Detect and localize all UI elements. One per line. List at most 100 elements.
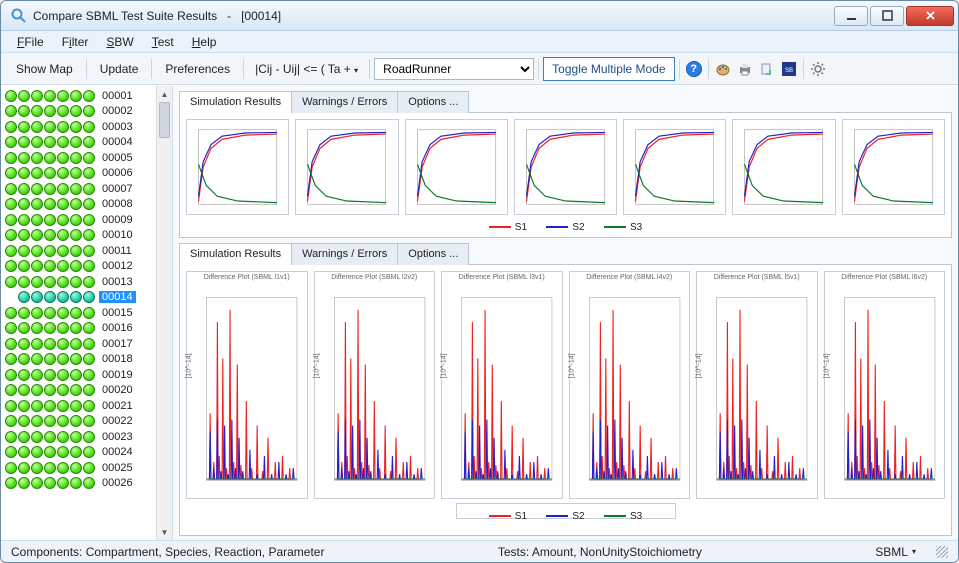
status-dot bbox=[57, 276, 69, 288]
sim-result-thumb[interactable] bbox=[842, 119, 945, 215]
tab-warnings-upper[interactable]: Warnings / Errors bbox=[291, 91, 398, 113]
scroll-down-icon[interactable]: ▼ bbox=[157, 524, 172, 540]
sidebar-scrollbar[interactable]: ▲ ▼ bbox=[156, 86, 172, 540]
difference-plot[interactable]: Difference Plot (SBML l3v1)[10^-14] bbox=[441, 271, 563, 499]
test-row-00020[interactable]: 00020 bbox=[5, 383, 156, 399]
simulator-select[interactable]: RoadRunner bbox=[374, 58, 534, 80]
menu-sbw[interactable]: SBW bbox=[100, 33, 139, 51]
status-dot bbox=[57, 198, 69, 210]
test-row-00010[interactable]: 00010 bbox=[5, 228, 156, 244]
status-dot bbox=[57, 446, 69, 458]
test-row-00014[interactable]: 00014 bbox=[5, 290, 156, 306]
sim-result-thumb[interactable] bbox=[295, 119, 398, 215]
test-row-00013[interactable]: 00013 bbox=[5, 274, 156, 290]
toolbar: Show Map Update Preferences |Cij - Uij| … bbox=[1, 53, 958, 85]
status-dot bbox=[31, 291, 43, 303]
tab-sim-results-lower[interactable]: Simulation Results bbox=[179, 243, 292, 265]
help-icon[interactable]: ? bbox=[684, 59, 704, 79]
tab-options-lower[interactable]: Options ... bbox=[397, 243, 469, 265]
sim-result-thumb[interactable] bbox=[623, 119, 726, 215]
status-dot bbox=[70, 167, 82, 179]
status-components: Components: Compartment, Species, Reacti… bbox=[11, 545, 324, 559]
test-row-00003[interactable]: 00003 bbox=[5, 119, 156, 135]
maximize-button[interactable] bbox=[870, 6, 904, 26]
test-row-00012[interactable]: 00012 bbox=[5, 259, 156, 275]
test-row-00015[interactable]: 00015 bbox=[5, 305, 156, 321]
difference-plot[interactable]: Difference Plot (SBML l5v1)[10^-14] bbox=[696, 271, 818, 499]
status-dot bbox=[31, 136, 43, 148]
status-dot bbox=[57, 384, 69, 396]
test-row-00004[interactable]: 00004 bbox=[5, 135, 156, 151]
update-button[interactable]: Update bbox=[91, 58, 148, 80]
status-dot bbox=[18, 369, 30, 381]
close-button[interactable] bbox=[906, 6, 954, 26]
test-row-00006[interactable]: 00006 bbox=[5, 166, 156, 182]
test-row-00017[interactable]: 00017 bbox=[5, 336, 156, 352]
gear-icon[interactable] bbox=[808, 59, 828, 79]
test-row-00025[interactable]: 00025 bbox=[5, 460, 156, 476]
test-row-label: 00023 bbox=[99, 431, 136, 443]
status-dot bbox=[70, 276, 82, 288]
resize-grip-icon[interactable] bbox=[936, 546, 948, 558]
status-dot bbox=[44, 353, 56, 365]
scroll-up-icon[interactable]: ▲ bbox=[157, 86, 172, 102]
status-dot bbox=[44, 245, 56, 257]
test-row-00011[interactable]: 00011 bbox=[5, 243, 156, 259]
menu-help[interactable]: Help bbox=[186, 33, 223, 51]
menu-test[interactable]: Test bbox=[146, 33, 180, 51]
status-dot bbox=[18, 291, 30, 303]
tab-warnings-lower[interactable]: Warnings / Errors bbox=[291, 243, 398, 265]
export-icon[interactable] bbox=[757, 59, 777, 79]
status-dot bbox=[44, 276, 56, 288]
test-row-00001[interactable]: 00001 bbox=[5, 88, 156, 104]
tab-options-upper[interactable]: Options ... bbox=[397, 91, 469, 113]
test-row-00018[interactable]: 00018 bbox=[5, 352, 156, 368]
menu-file[interactable]: FFileFile bbox=[11, 33, 50, 51]
tab-sim-results-upper[interactable]: Simulation Results bbox=[179, 91, 292, 113]
status-dot bbox=[18, 260, 30, 272]
test-row-00005[interactable]: 00005 bbox=[5, 150, 156, 166]
test-row-00019[interactable]: 00019 bbox=[5, 367, 156, 383]
test-map-list[interactable]: 0000100002000030000400005000060000700008… bbox=[1, 86, 156, 540]
test-row-00023[interactable]: 00023 bbox=[5, 429, 156, 445]
toggle-multiple-mode-button[interactable]: Toggle Multiple Mode bbox=[543, 57, 674, 81]
status-dot bbox=[83, 198, 95, 210]
preferences-button[interactable]: Preferences bbox=[156, 58, 239, 80]
sbml-icon[interactable]: SB bbox=[779, 59, 799, 79]
difference-plot[interactable]: Difference Plot (SBML l1v1)[10^-14] bbox=[186, 271, 308, 499]
show-map-button[interactable]: Show Map bbox=[7, 58, 82, 80]
printer-icon[interactable] bbox=[735, 59, 755, 79]
status-dot bbox=[18, 384, 30, 396]
upper-panel: S1 S2 S3 bbox=[179, 113, 952, 238]
status-level-combo[interactable]: SBML ▾ bbox=[875, 545, 916, 559]
status-dot bbox=[18, 477, 30, 489]
status-dot bbox=[70, 369, 82, 381]
test-row-00007[interactable]: 00007 bbox=[5, 181, 156, 197]
scroll-thumb[interactable] bbox=[159, 102, 170, 138]
sim-result-thumb[interactable] bbox=[186, 119, 289, 215]
status-dot bbox=[83, 214, 95, 226]
menu-filter[interactable]: Filter bbox=[56, 33, 95, 51]
minimize-button[interactable] bbox=[834, 6, 868, 26]
status-dot bbox=[83, 121, 95, 133]
test-row-00002[interactable]: 00002 bbox=[5, 104, 156, 120]
test-row-00008[interactable]: 00008 bbox=[5, 197, 156, 213]
difference-plot[interactable]: Difference Plot (SBML l6v2)[10^-14] bbox=[824, 271, 946, 499]
status-dot bbox=[83, 152, 95, 164]
test-row-00022[interactable]: 00022 bbox=[5, 414, 156, 430]
test-row-00026[interactable]: 00026 bbox=[5, 476, 156, 492]
status-dot bbox=[31, 214, 43, 226]
sim-result-thumb[interactable] bbox=[405, 119, 508, 215]
test-row-00009[interactable]: 00009 bbox=[5, 212, 156, 228]
difference-plot[interactable]: Difference Plot (SBML l2v2)[10^-14] bbox=[314, 271, 436, 499]
test-row-00024[interactable]: 00024 bbox=[5, 445, 156, 461]
status-dot bbox=[57, 167, 69, 179]
titlebar[interactable]: Compare SBML Test Suite Results - [00014… bbox=[1, 1, 958, 31]
tolerance-formula-button[interactable]: |Cij - Uij| <= ( Ta + ▾ bbox=[248, 58, 365, 80]
sim-result-thumb[interactable] bbox=[732, 119, 835, 215]
test-row-00021[interactable]: 00021 bbox=[5, 398, 156, 414]
sim-result-thumb[interactable] bbox=[514, 119, 617, 215]
test-row-00016[interactable]: 00016 bbox=[5, 321, 156, 337]
palette-icon[interactable] bbox=[713, 59, 733, 79]
difference-plot[interactable]: Difference Plot (SBML l4v2)[10^-14] bbox=[569, 271, 691, 499]
